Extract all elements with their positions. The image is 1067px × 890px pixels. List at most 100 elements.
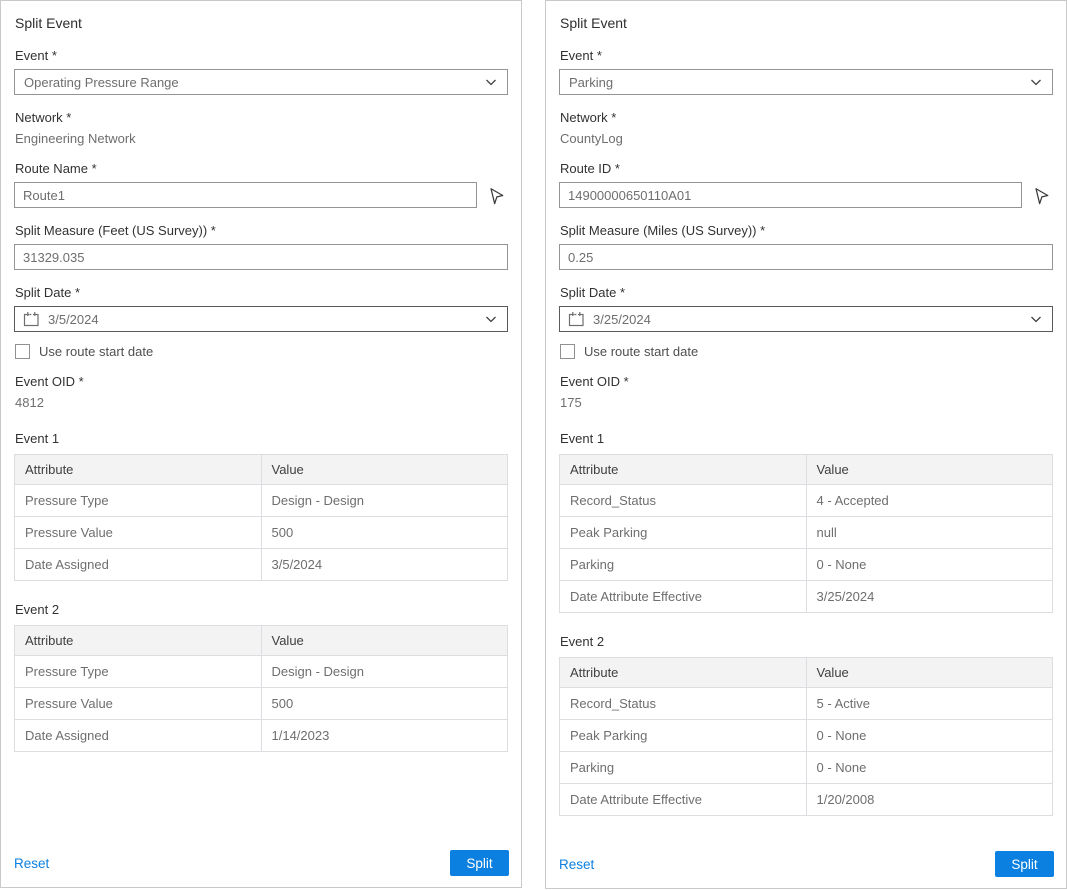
event-1-table: Attribute Value Record_Status 4 - Accept… — [559, 454, 1053, 613]
reset-link[interactable]: Reset — [14, 856, 49, 871]
value-cell: 0 - None — [806, 752, 1053, 784]
value-cell: 3/25/2024 — [806, 581, 1053, 613]
event-oid-value: 175 — [560, 395, 1053, 410]
attribute-cell: Date Assigned — [15, 549, 262, 581]
event-2-heading: Event 2 — [15, 602, 508, 617]
chevron-down-icon — [485, 76, 497, 88]
value-column-header: Value — [261, 455, 508, 485]
split-date-picker[interactable]: 3/5/2024 — [14, 306, 508, 332]
checkbox-box[interactable] — [560, 344, 575, 359]
split-button[interactable]: Split — [450, 850, 509, 876]
event-select[interactable]: Parking — [559, 69, 1053, 95]
pointer-icon — [1032, 186, 1050, 205]
attribute-column-header: Attribute — [15, 455, 262, 485]
attribute-cell: Pressure Value — [15, 688, 262, 720]
value-cell: null — [806, 517, 1053, 549]
event-oid-label: Event OID * — [560, 374, 1053, 389]
two-split-event-panels: Split Event Event * Operating Pressure R… — [0, 0, 1067, 890]
value-cell: 1/14/2023 — [261, 720, 508, 752]
event-label: Event * — [560, 48, 1053, 63]
event-select-value: Parking — [569, 75, 1030, 90]
table-row: Pressure Type Design - Design — [15, 656, 508, 688]
table-row: Date Attribute Effective 3/25/2024 — [560, 581, 1053, 613]
value-column-header: Value — [261, 626, 508, 656]
network-value: CountyLog — [560, 131, 1053, 146]
value-cell: 1/20/2008 — [806, 784, 1053, 816]
table-header-row: Attribute Value — [560, 455, 1053, 485]
attribute-cell: Date Attribute Effective — [560, 784, 807, 816]
table-row: Date Assigned 3/5/2024 — [15, 549, 508, 581]
event-label: Event * — [15, 48, 508, 63]
table-row: Parking 0 - None — [560, 549, 1053, 581]
table-row: Peak Parking 0 - None — [560, 720, 1053, 752]
calendar-icon — [568, 311, 585, 328]
chevron-down-icon — [1030, 313, 1042, 325]
table-header-row: Attribute Value — [560, 658, 1053, 688]
value-cell: 0 - None — [806, 549, 1053, 581]
use-route-start-date-checkbox[interactable]: Use route start date — [15, 344, 508, 359]
event-select-value: Operating Pressure Range — [24, 75, 485, 90]
split-date-picker[interactable]: 3/25/2024 — [559, 306, 1053, 332]
checkbox-label: Use route start date — [39, 344, 153, 359]
event-1-heading: Event 1 — [560, 431, 1053, 446]
value-cell: Design - Design — [261, 656, 508, 688]
route-pick-button[interactable] — [1029, 183, 1053, 207]
table-row: Pressure Value 500 — [15, 517, 508, 549]
table-header-row: Attribute Value — [15, 626, 508, 656]
route-label: Route Name * — [15, 161, 508, 176]
split-button[interactable]: Split — [995, 851, 1054, 877]
split-measure-label: Split Measure (Feet (US Survey)) * — [15, 223, 508, 238]
network-value: Engineering Network — [15, 131, 508, 146]
event-2-table: Attribute Value Record_Status 5 - Active… — [559, 657, 1053, 816]
attribute-column-header: Attribute — [15, 626, 262, 656]
checkbox-box[interactable] — [15, 344, 30, 359]
panel-title: Split Event — [15, 15, 508, 31]
chevron-down-icon — [1030, 76, 1042, 88]
attribute-column-header: Attribute — [560, 455, 807, 485]
value-cell: 5 - Active — [806, 688, 1053, 720]
checkbox-label: Use route start date — [584, 344, 698, 359]
split-measure-input[interactable] — [14, 244, 508, 270]
network-label: Network * — [560, 110, 1053, 125]
table-row: Pressure Type Design - Design — [15, 485, 508, 517]
split-event-panel: Split Event Event * Parking Network * Co… — [545, 0, 1067, 889]
route-label: Route ID * — [560, 161, 1053, 176]
route-input[interactable] — [14, 182, 477, 208]
split-measure-input[interactable] — [559, 244, 1053, 270]
use-route-start-date-checkbox[interactable]: Use route start date — [560, 344, 1053, 359]
split-date-value: 3/5/2024 — [48, 312, 477, 327]
attribute-cell: Record_Status — [560, 485, 807, 517]
event-oid-value: 4812 — [15, 395, 508, 410]
split-event-panel: Split Event Event * Operating Pressure R… — [0, 0, 522, 888]
attribute-cell: Pressure Type — [15, 485, 262, 517]
value-column-header: Value — [806, 658, 1053, 688]
table-row: Peak Parking null — [560, 517, 1053, 549]
event-2-heading: Event 2 — [560, 634, 1053, 649]
attribute-cell: Peak Parking — [560, 720, 807, 752]
attribute-cell: Pressure Value — [15, 517, 262, 549]
value-cell: 4 - Accepted — [806, 485, 1053, 517]
event-oid-label: Event OID * — [15, 374, 508, 389]
split-measure-label: Split Measure (Miles (US Survey)) * — [560, 223, 1053, 238]
event-1-table: Attribute Value Pressure Type Design - D… — [14, 454, 508, 581]
table-row: Date Assigned 1/14/2023 — [15, 720, 508, 752]
event-select[interactable]: Operating Pressure Range — [14, 69, 508, 95]
event-2-table: Attribute Value Pressure Type Design - D… — [14, 625, 508, 752]
split-date-value: 3/25/2024 — [593, 312, 1022, 327]
panel-title: Split Event — [560, 15, 1053, 31]
route-pick-button[interactable] — [484, 183, 508, 207]
reset-link[interactable]: Reset — [559, 857, 594, 872]
table-row: Parking 0 - None — [560, 752, 1053, 784]
pointer-icon — [487, 186, 505, 205]
table-row: Record_Status 5 - Active — [560, 688, 1053, 720]
attribute-cell: Record_Status — [560, 688, 807, 720]
route-input[interactable] — [559, 182, 1022, 208]
attribute-cell: Parking — [560, 549, 807, 581]
value-cell: 500 — [261, 517, 508, 549]
value-cell: 3/5/2024 — [261, 549, 508, 581]
attribute-cell: Pressure Type — [15, 656, 262, 688]
table-header-row: Attribute Value — [15, 455, 508, 485]
value-cell: 500 — [261, 688, 508, 720]
attribute-cell: Parking — [560, 752, 807, 784]
value-column-header: Value — [806, 455, 1053, 485]
